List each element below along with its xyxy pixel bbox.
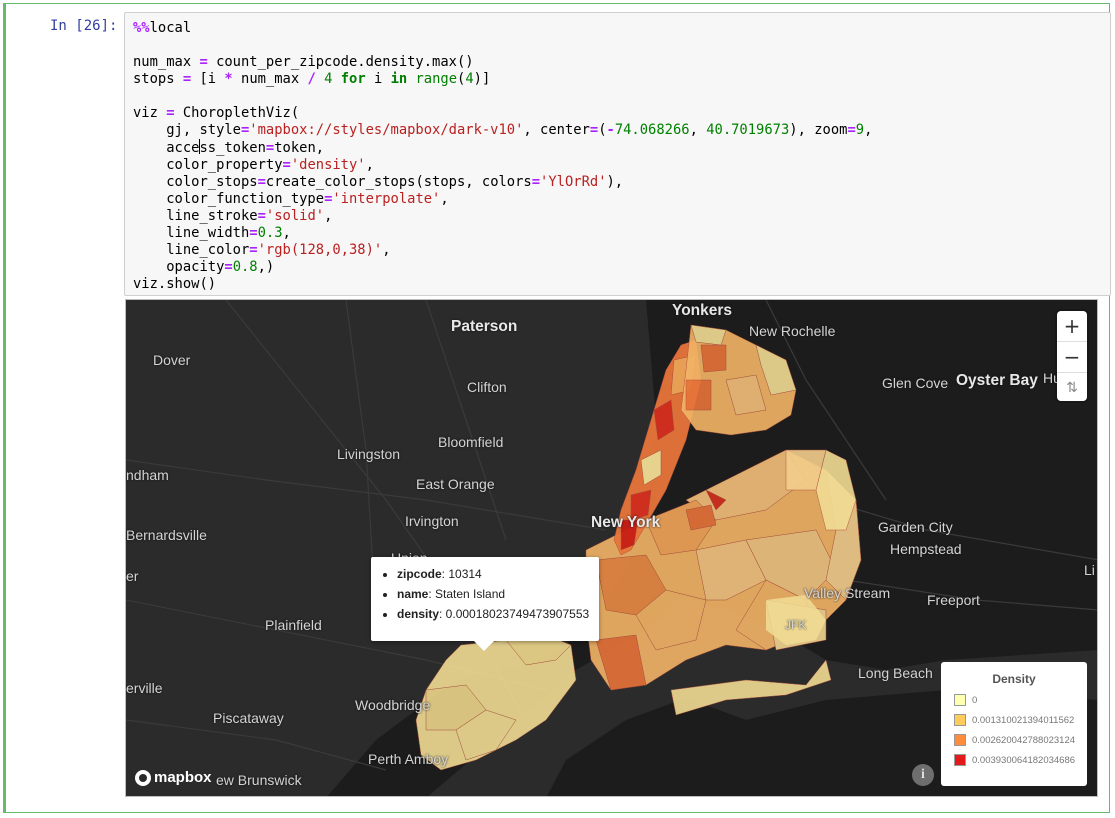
legend-swatch: [954, 754, 966, 766]
popup-field-value: : Staten Island: [428, 587, 506, 601]
legend-label: 0.002620042788023124: [972, 734, 1076, 746]
place-label: Perth Amboy: [368, 751, 449, 767]
place-label: Oyster Bay: [956, 372, 1038, 389]
legend-title: Density: [992, 672, 1036, 686]
popup-field-list: zipcode: 10314 name: Staten Island densi…: [371, 567, 599, 622]
legend-item: 0.001310021394011562: [954, 714, 1087, 726]
legend-label: 0.003930064182034686: [972, 754, 1076, 766]
legend-label: 0: [972, 694, 978, 706]
place-label: ndham: [126, 467, 169, 483]
place-label: Yonkers: [672, 302, 733, 319]
place-label: Piscataway: [213, 710, 284, 726]
place-label: Plainfield: [265, 617, 322, 633]
cell-prompt: In [26]:: [50, 18, 118, 34]
code-line: num_max = count_per_zipcode.density.max(…: [133, 54, 474, 70]
place-label: er: [126, 568, 139, 584]
popup-field-value: : 0.00018023749473907553: [439, 607, 590, 621]
place-label: Woodbridge: [355, 697, 431, 713]
place-label: Clifton: [467, 379, 507, 395]
place-label: New Rochelle: [749, 323, 836, 339]
legend-swatch: [954, 714, 966, 726]
place-label: Long Beach: [858, 665, 933, 681]
code-line: stops = [i * num_max / 4 for i in range(…: [133, 71, 491, 87]
code-line: color_function_type='interpolate',: [133, 191, 449, 207]
place-label: Garden City: [878, 519, 953, 535]
place-label: Bernardsville: [126, 527, 207, 543]
popup-field: zipcode: 10314: [397, 567, 599, 582]
feature-popup: zipcode: 10314 name: Staten Island densi…: [371, 557, 599, 651]
popup-field: name: Staten Island: [397, 587, 599, 602]
map-legend: Density 0 0.001310021394011562 0.0026200…: [941, 662, 1087, 786]
code-line: line_stroke='solid',: [133, 208, 333, 224]
legend-swatch: [954, 694, 966, 706]
info-icon[interactable]: i: [912, 764, 934, 786]
place-label: Bloomfield: [438, 434, 504, 450]
place-label: New York: [591, 514, 661, 531]
popup-field-value: : 10314: [441, 567, 482, 581]
map-navigation-control[interactable]: + − ⇅: [1057, 311, 1087, 401]
place-label: Valley Stream: [804, 585, 891, 601]
code-line: color_property='density',: [133, 157, 374, 173]
legend-item: 0.002620042788023124: [954, 734, 1087, 746]
zoom-in-button[interactable]: +: [1057, 311, 1087, 342]
mapbox-logo-text: mapbox: [154, 769, 212, 786]
legend-swatch: [954, 734, 966, 746]
place-label: Glen Cove: [882, 375, 949, 391]
zoom-out-button[interactable]: −: [1057, 342, 1087, 373]
code-line: %%local: [133, 20, 192, 36]
code-input-area[interactable]: %%local num_max = count_per_zipcode.dens…: [124, 12, 1111, 296]
place-label: Freeport: [927, 592, 980, 608]
code-line: gj, style='mapbox://styles/mapbox/dark-v…: [133, 122, 873, 138]
place-label: ew Brunswick: [216, 772, 302, 788]
popup-field-key: density: [397, 607, 440, 621]
code-line: opacity=0.8,): [133, 259, 275, 275]
place-label: Irvington: [405, 513, 459, 529]
place-label: Paterson: [451, 318, 518, 335]
code-line: viz = ChoroplethViz(: [133, 105, 300, 121]
mapbox-icon: [135, 769, 151, 786]
place-label: Dover: [153, 352, 191, 368]
mapbox-logo[interactable]: mapbox: [135, 769, 212, 786]
staten-island-zones: [415, 634, 577, 771]
code-line: access_token=token,: [133, 139, 325, 156]
legend-item: 0.003930064182034686: [954, 754, 1087, 766]
legend-label: 0.001310021394011562: [972, 714, 1075, 726]
popup-field: density: 0.00018023749473907553: [397, 607, 599, 622]
code-line: line_color='rgb(128,0,38)',: [133, 242, 391, 258]
choropleth-map[interactable]: Yonkers Paterson New Rochelle Dover Clif…: [125, 299, 1098, 797]
popup-tip: [474, 641, 494, 651]
place-label: Hempstead: [890, 541, 962, 557]
text-cursor: [199, 139, 201, 154]
compass-button[interactable]: ⇅: [1057, 373, 1087, 403]
code-editor[interactable]: %%local num_max = count_per_zipcode.dens…: [133, 20, 872, 293]
place-label: East Orange: [416, 476, 495, 492]
code-line: viz.show(): [133, 276, 217, 292]
place-label: Livingston: [337, 446, 401, 462]
place-label: erville: [126, 680, 163, 696]
popup-field-key: name: [397, 587, 429, 601]
code-line: line_width=0.3,: [133, 225, 291, 241]
place-label: JFK: [785, 618, 807, 632]
place-label: Li: [1084, 562, 1095, 578]
popup-field-key: zipcode: [397, 567, 442, 581]
code-line: color_stops=create_color_stops(stops, co…: [133, 174, 624, 190]
legend-item: 0: [954, 694, 1087, 706]
